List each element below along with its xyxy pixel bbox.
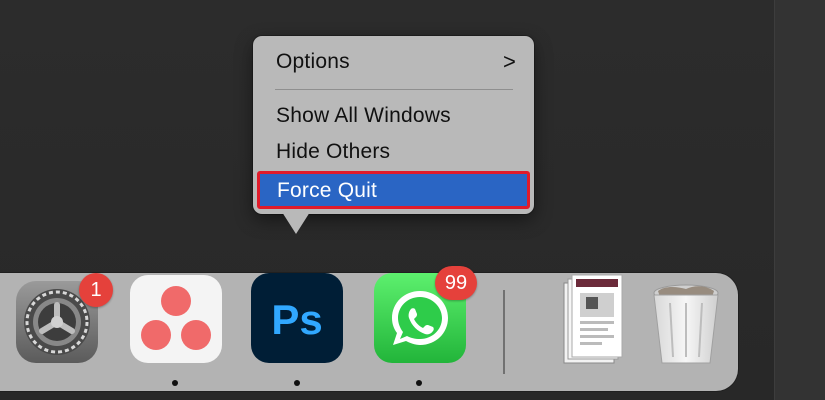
dock-separator: [503, 290, 505, 374]
chevron-right-icon: >: [502, 49, 516, 74]
asana-icon[interactable]: [128, 273, 224, 369]
menu-item-label: Options: [276, 50, 350, 73]
trash-icon[interactable]: [638, 273, 734, 369]
running-indicator: [416, 380, 422, 386]
running-indicator: [294, 380, 300, 386]
menu-item-label: Hide Others: [276, 140, 391, 163]
notification-badge: 1: [79, 273, 113, 307]
dock-context-menu: Options > Show All Windows Hide Others F…: [253, 36, 534, 214]
menu-item-label: Force Quit: [277, 179, 378, 202]
photoshop-icon[interactable]: Ps: [249, 273, 345, 369]
menu-item-options[interactable]: Options >: [261, 45, 526, 79]
running-indicator: [172, 380, 178, 386]
notification-badge: 99: [435, 266, 477, 300]
window-edge: [774, 0, 825, 400]
menu-separator: [275, 89, 513, 90]
document-stack-icon[interactable]: [550, 273, 646, 369]
menu-item-hide-others[interactable]: Hide Others: [261, 135, 526, 169]
photoshop-label: Ps: [271, 296, 322, 343]
menu-pointer: [282, 212, 310, 234]
menu-item-label: Show All Windows: [276, 104, 451, 127]
menu-item-force-quit[interactable]: Force Quit: [257, 171, 530, 209]
menu-item-show-all-windows[interactable]: Show All Windows: [261, 99, 526, 133]
